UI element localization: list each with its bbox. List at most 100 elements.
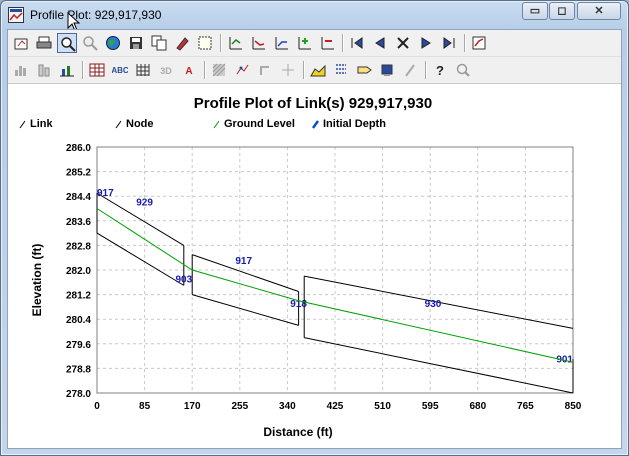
- zoom-out-button[interactable]: [80, 33, 100, 53]
- customize-button[interactable]: [469, 33, 489, 53]
- previous-button[interactable]: [370, 33, 390, 53]
- print-button[interactable]: [34, 33, 54, 53]
- next-button[interactable]: [416, 33, 436, 53]
- legend-swatch: [19, 120, 26, 129]
- title-bar[interactable]: Profile Plot: 929,917,930 ▭ ◻ ✕: [1, 1, 628, 32]
- grid-lines-button[interactable]: [133, 60, 153, 80]
- crosshair-button[interactable]: [278, 60, 298, 80]
- y-tick-label: 282.0: [66, 266, 91, 277]
- add-point-icon: [298, 37, 311, 50]
- svg-text:ABC: ABC: [112, 66, 128, 75]
- x-tick-label: 0: [94, 401, 100, 412]
- copy-icon: [151, 35, 167, 51]
- pattern-button[interactable]: [209, 60, 229, 80]
- copy-to-clipboard-button[interactable]: [11, 33, 31, 53]
- help-button[interactable]: ?: [430, 60, 450, 80]
- grid-icon: [198, 36, 212, 50]
- pen-button[interactable]: [400, 60, 420, 80]
- 3d-bar-button[interactable]: [34, 60, 54, 80]
- search-icon: [456, 63, 470, 77]
- y-tick-label: 279.6: [66, 340, 91, 351]
- rotate-icon: [260, 66, 269, 75]
- text-size-icon: A: [185, 66, 192, 77]
- legend-label: Ground Level: [224, 118, 295, 130]
- pattern-icon: [212, 63, 226, 77]
- crosshair-icon: [282, 64, 294, 76]
- copy-to-clipboard-icon: [14, 38, 28, 50]
- first-button[interactable]: [347, 33, 367, 53]
- edit-button[interactable]: [172, 33, 192, 53]
- x-tick-label: 255: [231, 401, 248, 412]
- zoom-in-button[interactable]: [57, 33, 77, 53]
- globe-button[interactable]: [103, 33, 123, 53]
- bar-chart-button[interactable]: [11, 60, 31, 80]
- toolbar-separator: [82, 61, 84, 79]
- next-icon: [421, 37, 431, 49]
- bar-chart-icon: [15, 66, 26, 76]
- remove-point-button[interactable]: [317, 33, 337, 53]
- y-tick-label: 283.6: [66, 217, 91, 228]
- legend-button[interactable]: [331, 60, 351, 80]
- legend-swatch: [213, 120, 220, 129]
- rotate-button[interactable]: [255, 60, 275, 80]
- area-chart-icon: [310, 64, 326, 77]
- print-icon: [36, 36, 52, 49]
- tag-button[interactable]: [354, 60, 374, 80]
- add-point-button[interactable]: [294, 33, 314, 53]
- last-icon: [443, 37, 455, 49]
- link-invert-line: [192, 294, 299, 326]
- link-label: 930: [425, 299, 442, 310]
- tag-icon: [357, 66, 372, 74]
- markers-button[interactable]: [232, 60, 252, 80]
- line-bar-button[interactable]: [57, 60, 77, 80]
- legend-label: Node: [126, 118, 154, 130]
- help-icon: ?: [436, 63, 444, 78]
- font-abc-button[interactable]: ABC: [110, 60, 130, 80]
- markers-icon: [236, 64, 249, 75]
- copy-button[interactable]: [149, 33, 169, 53]
- chart-series: 929917930917903918901: [96, 188, 574, 394]
- area-chart-button[interactable]: [308, 60, 328, 80]
- close-button[interactable]: ✕: [577, 2, 621, 20]
- last-button[interactable]: [439, 33, 459, 53]
- maximize-button[interactable]: ◻: [549, 2, 575, 20]
- toolbar-separator: [220, 34, 222, 52]
- save-button[interactable]: [126, 33, 146, 53]
- link-invert-line: [304, 337, 574, 394]
- x-tick-label: 85: [139, 401, 151, 412]
- legend-icon: [336, 64, 346, 74]
- delete-button[interactable]: [393, 33, 413, 53]
- x-tick-label: 850: [565, 401, 582, 412]
- paint-button[interactable]: [377, 60, 397, 80]
- legend-label: Initial Depth: [323, 118, 386, 130]
- previous-icon: [375, 37, 385, 49]
- x-tick-label: 170: [184, 401, 201, 412]
- add-series-icon: [229, 37, 242, 50]
- zoom-out-icon: [83, 36, 98, 51]
- profile-plot-window: Profile Plot: 929,917,930 ▭ ◻ ✕ ABC 3D A? …: [0, 0, 629, 456]
- svg-text:A: A: [185, 66, 192, 77]
- add-series-button[interactable]: [225, 33, 245, 53]
- search-button[interactable]: [453, 60, 473, 80]
- minimize-button[interactable]: ▭: [522, 2, 548, 20]
- toolbar-separator: [303, 61, 305, 79]
- data-table-icon: [89, 63, 105, 77]
- 3d-button[interactable]: 3D: [156, 60, 176, 80]
- svg-text:3D: 3D: [160, 66, 172, 76]
- series-icon-3-button[interactable]: [271, 33, 291, 53]
- link-label: 929: [136, 197, 153, 208]
- text-size-button[interactable]: A: [179, 60, 199, 80]
- toolbar-separator: [204, 61, 206, 79]
- toolbar-chart-format: ABC 3D A?: [8, 57, 621, 84]
- series-icon-2-button[interactable]: [248, 33, 268, 53]
- data-table-button[interactable]: [87, 60, 107, 80]
- svg-text:?: ?: [436, 63, 444, 78]
- paint-icon: [381, 64, 393, 76]
- node-label: 903: [175, 274, 192, 285]
- link-label: 917: [235, 256, 252, 267]
- grid-button[interactable]: [195, 33, 215, 53]
- chart-axes: 0 85 170 255 340 425 510 595 680 765 850 278.0 278.8…: [66, 143, 582, 412]
- y-tick-label: 278.8: [66, 364, 91, 375]
- delete-icon: [397, 37, 409, 49]
- toolbar-separator: [342, 34, 344, 52]
